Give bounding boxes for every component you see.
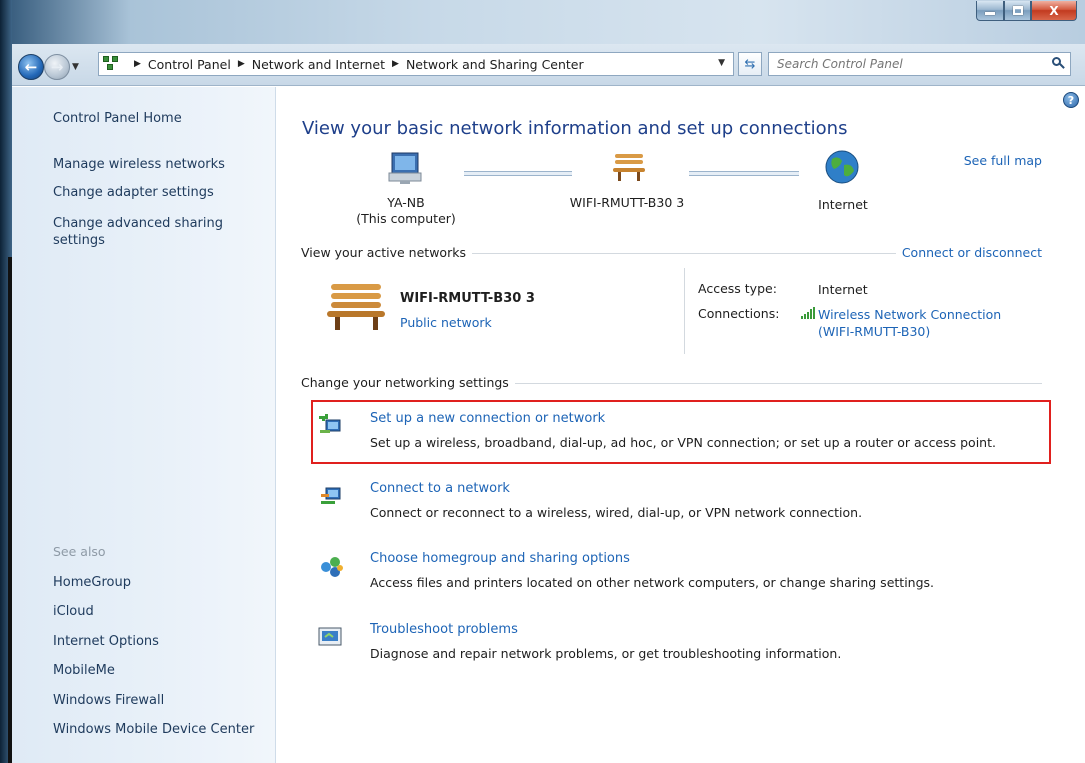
homegroup-sharing-description: Access files and printers located on oth… xyxy=(370,575,935,590)
new-connection-icon xyxy=(319,414,341,433)
active-network-name: WIFI-RMUTT-B30 3 xyxy=(400,291,535,306)
homegroup-sharing-link[interactable]: Choose homegroup and sharing options xyxy=(370,551,630,566)
wireless-network-connection-link[interactable]: Wireless Network Connection (WIFI-RMUTT-… xyxy=(818,306,1001,340)
left-navigation-pane: Control Panel Home Manage wireless netwo… xyxy=(8,87,276,763)
troubleshoot-problems-link[interactable]: Troubleshoot problems xyxy=(370,622,518,637)
search-box xyxy=(768,52,1071,76)
forward-arrow-icon: → xyxy=(50,58,64,76)
breadcrumb-network-and-internet[interactable]: Network and Internet xyxy=(252,57,385,72)
breadcrumb-separator-icon[interactable]: ▶ xyxy=(238,59,245,69)
back-arrow-icon: ← xyxy=(24,58,38,76)
map-connector-line xyxy=(464,171,572,176)
see-full-map-link[interactable]: See full map xyxy=(964,153,1042,168)
breadcrumb-network-and-sharing-center[interactable]: Network and Sharing Center xyxy=(406,57,584,72)
window-frame-edge xyxy=(8,257,12,763)
troubleshoot-problems-description: Diagnose and repair network problems, or… xyxy=(370,646,842,661)
navigation-bar: ← → ▼ ▶ Control Panel ▶ Network and Inte… xyxy=(12,44,1085,86)
forward-button[interactable]: → xyxy=(44,54,70,80)
change-settings-title: Change your networking settings xyxy=(301,375,515,390)
breadcrumb-control-panel[interactable]: Control Panel xyxy=(148,57,231,72)
public-network-bench-icon xyxy=(327,284,385,330)
task-connect-network: Connect to a network Connect or reconnec… xyxy=(317,481,1057,521)
control-panel-home-link[interactable]: Control Panel Home xyxy=(53,110,182,127)
signal-strength-icon xyxy=(801,307,815,319)
task-homegroup: Choose homegroup and sharing options Acc… xyxy=(317,551,1057,591)
map-network-label: WIFI-RMUTT-B30 3 xyxy=(569,195,685,210)
breadcrumb-separator-icon[interactable]: ▶ xyxy=(392,59,399,69)
computer-sublabel: (This computer) xyxy=(356,211,456,226)
homegroup-icon xyxy=(321,557,343,577)
task-troubleshoot: Troubleshoot problems Diagnose and repai… xyxy=(317,622,1057,662)
map-internet-label: Internet xyxy=(818,197,868,212)
map-computer-label: YA-NB (This computer) xyxy=(356,195,456,227)
icloud-link[interactable]: iCloud xyxy=(53,603,94,620)
refresh-icon: ⇆ xyxy=(744,56,756,72)
address-bar[interactable]: ▶ Control Panel ▶ Network and Internet ▶… xyxy=(98,52,734,76)
minimize-button[interactable] xyxy=(976,1,1004,21)
computer-icon xyxy=(388,152,422,184)
windows-firewall-link[interactable]: Windows Firewall xyxy=(53,692,164,709)
computer-name: YA-NB xyxy=(387,195,425,210)
active-networks-title: View your active networks xyxy=(301,245,472,260)
connection-name: Wireless Network Connection xyxy=(818,307,1002,322)
change-advanced-sharing-settings-link[interactable]: Change advanced sharing settings xyxy=(53,215,253,249)
access-type-label: Access type: xyxy=(698,281,777,296)
page-title: View your basic network information and … xyxy=(302,118,848,139)
change-adapter-settings-link[interactable]: Change adapter settings xyxy=(53,184,214,201)
refresh-button[interactable]: ⇆ xyxy=(738,52,762,76)
main-content: ? View your basic network information an… xyxy=(277,87,1085,763)
map-connector-line xyxy=(689,171,799,176)
setup-new-connection-description: Set up a wireless, broadband, dial-up, a… xyxy=(370,435,996,450)
connect-to-network-link[interactable]: Connect to a network xyxy=(370,481,510,496)
recent-pages-dropdown-icon[interactable]: ▼ xyxy=(72,62,79,72)
bench-icon xyxy=(613,154,645,181)
vertical-divider xyxy=(684,268,685,354)
internet-options-link[interactable]: Internet Options xyxy=(53,633,159,650)
windows-mobile-device-center-link[interactable]: Windows Mobile Device Center xyxy=(53,721,254,738)
close-button[interactable]: X xyxy=(1031,1,1077,21)
globe-icon xyxy=(825,150,859,184)
network-location-icon xyxy=(103,56,121,72)
connect-to-network-description: Connect or reconnect to a wireless, wire… xyxy=(370,505,863,520)
troubleshoot-icon xyxy=(318,627,342,646)
maximize-button[interactable] xyxy=(1004,1,1031,21)
title-bar: X xyxy=(0,0,1085,763)
minimize-icon xyxy=(985,12,995,15)
connection-ssid: (WIFI-RMUTT-B30) xyxy=(818,324,931,339)
public-network-link[interactable]: Public network xyxy=(400,315,492,330)
search-input[interactable] xyxy=(777,57,1037,71)
mobileme-link[interactable]: MobileMe xyxy=(53,662,115,679)
back-button[interactable]: ← xyxy=(18,54,44,80)
see-also-label: See also xyxy=(53,544,106,559)
help-icon[interactable]: ? xyxy=(1063,92,1079,108)
access-type-value: Internet xyxy=(818,282,868,297)
connect-network-icon xyxy=(321,487,341,504)
connect-or-disconnect-link[interactable]: Connect or disconnect xyxy=(895,245,1042,260)
task-new-connection: Set up a new connection or network Set u… xyxy=(317,411,1057,451)
manage-wireless-networks-link[interactable]: Manage wireless networks xyxy=(53,156,225,173)
breadcrumb: ▶ Control Panel ▶ Network and Internet ▶… xyxy=(127,57,584,72)
connections-label: Connections: xyxy=(698,306,780,321)
homegroup-link[interactable]: HomeGroup xyxy=(53,574,131,591)
breadcrumb-separator-icon[interactable]: ▶ xyxy=(134,59,141,69)
search-icon[interactable] xyxy=(1052,57,1065,69)
close-icon: X xyxy=(1049,3,1059,18)
address-dropdown-icon[interactable]: ▼ xyxy=(718,58,725,68)
setup-new-connection-link[interactable]: Set up a new connection or network xyxy=(370,411,605,426)
window-controls: X xyxy=(976,1,1077,21)
maximize-icon xyxy=(1012,6,1023,15)
